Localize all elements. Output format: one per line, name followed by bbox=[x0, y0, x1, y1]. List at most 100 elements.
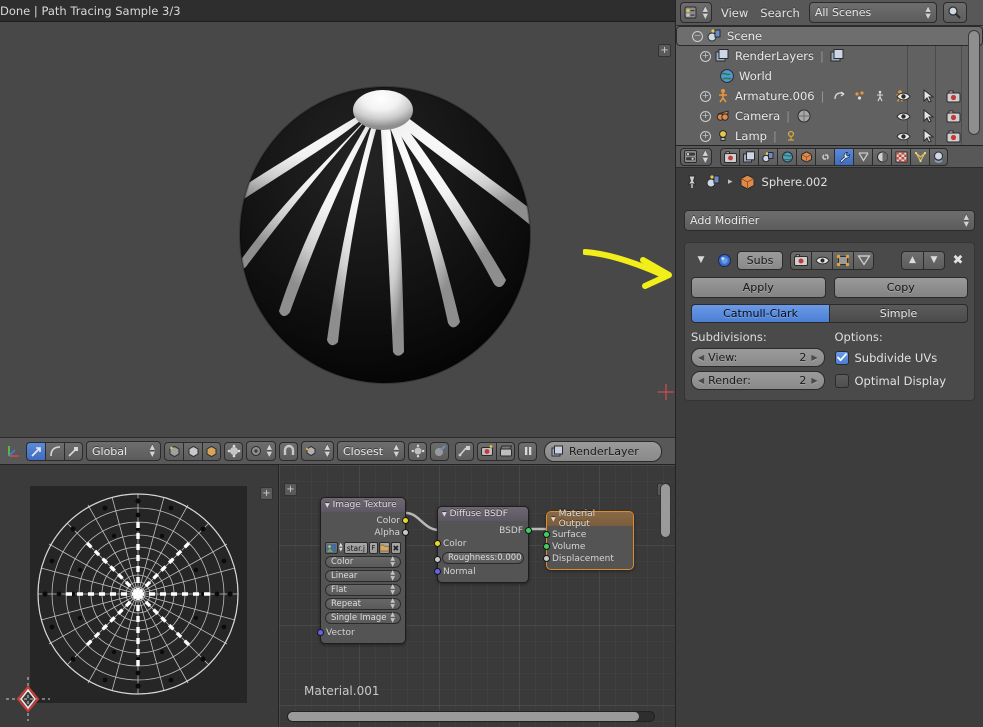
roughness-field[interactable]: Roughness: 0.000 bbox=[442, 552, 524, 564]
collapse-triangle-icon[interactable]: ▼ bbox=[551, 516, 556, 523]
extension-dropdown[interactable]: Repeat ▲ ▼ bbox=[325, 598, 401, 610]
node-header[interactable]: ▼ Diffuse BSDF bbox=[438, 507, 528, 521]
image-name-field[interactable]: star.j bbox=[343, 542, 368, 554]
rotate-manipulator-icon[interactable] bbox=[45, 441, 64, 461]
render-subdivisions-field[interactable]: ◀ Render: 2 ▶ bbox=[691, 371, 825, 390]
subdivide-uvs-row[interactable]: Subdivide UVs bbox=[834, 348, 969, 367]
socket-roughness-icon[interactable] bbox=[434, 556, 441, 563]
scale-manipulator-icon[interactable] bbox=[64, 441, 83, 461]
node-input-normal[interactable]: Normal bbox=[434, 566, 528, 578]
expand-plus-icon[interactable]: + bbox=[700, 50, 711, 62]
lock-camera-to-view-icon[interactable] bbox=[455, 441, 474, 461]
node-input-displacement[interactable]: Displacement bbox=[543, 553, 633, 565]
pose-icon[interactable] bbox=[853, 89, 867, 103]
uv-image-editor[interactable]: + bbox=[0, 465, 278, 727]
render-preview-icon[interactable] bbox=[477, 441, 496, 461]
vertical-splitter-bottom[interactable] bbox=[278, 465, 279, 727]
scene-tab[interactable] bbox=[758, 147, 777, 166]
node-toolshelf-plus-button[interactable]: + bbox=[284, 483, 297, 496]
axis-widget-icon[interactable] bbox=[4, 442, 23, 461]
socket-surface-icon[interactable] bbox=[543, 531, 550, 538]
viewport-toolshelf-plus-button[interactable]: + bbox=[658, 44, 671, 57]
modifier-action-buttons[interactable]: Apply Copy bbox=[691, 277, 968, 298]
outliner-tree[interactable]: − Scene + RenderLayers | World + Armatur… bbox=[676, 26, 983, 146]
scene-icon[interactable] bbox=[706, 174, 722, 190]
constraints-tab[interactable] bbox=[815, 147, 834, 166]
renderlayers-icon[interactable] bbox=[830, 48, 846, 64]
vertical-splitter-main[interactable] bbox=[675, 0, 676, 727]
pivot-point-select[interactable]: ▲ ▼ bbox=[246, 441, 276, 461]
node-output-color[interactable]: Color bbox=[321, 515, 409, 527]
optimal-display-checkbox[interactable] bbox=[834, 373, 849, 388]
add-modifier-button[interactable]: Add Modifier ▲ ▼ bbox=[684, 210, 975, 231]
node-material-output[interactable]: ▼ Material Output Surface Volume Displac… bbox=[543, 509, 634, 570]
triangle-up-icon[interactable]: ▲ bbox=[901, 250, 923, 270]
outliner-menu-search[interactable]: Search bbox=[757, 6, 803, 20]
snap-element-select[interactable]: ▲ ▼ bbox=[301, 441, 334, 461]
outliner-row-world[interactable]: World bbox=[676, 66, 983, 86]
3d-viewport[interactable]: + bbox=[0, 22, 675, 437]
node-diffuse-bsdf[interactable]: ▼ Diffuse BSDF BSDF Color Roughness: 0.0… bbox=[434, 506, 532, 583]
snap-peel-object-icon[interactable] bbox=[430, 441, 449, 461]
snap-target-select[interactable]: Closest ▲ ▼ bbox=[337, 441, 405, 461]
open-image-icon[interactable] bbox=[378, 542, 390, 554]
outliner-menu-view[interactable]: View bbox=[718, 6, 751, 20]
properties-tabs-group[interactable] bbox=[720, 147, 948, 166]
collapse-triangle-icon[interactable]: ▼ bbox=[325, 502, 330, 509]
pause-render-icon[interactable] bbox=[518, 441, 537, 461]
view-subdivisions-field[interactable]: ◀ View: 2 ▶ bbox=[691, 348, 825, 367]
edit-mode-visibility-icon[interactable] bbox=[832, 250, 853, 270]
outliner-scrollbar[interactable] bbox=[968, 30, 980, 135]
node-image-texture[interactable]: ▼ Image Texture Color Alpha ▲ ▼ star.j F… bbox=[317, 497, 409, 644]
subdivision-type-toggle[interactable]: Catmull-Clark Simple bbox=[691, 304, 968, 323]
socket-bsdf-icon[interactable] bbox=[525, 527, 532, 534]
eye-icon[interactable] bbox=[896, 110, 911, 123]
render-visibility-icon[interactable] bbox=[790, 250, 811, 270]
camera-icon[interactable] bbox=[946, 110, 961, 123]
expand-plus-icon[interactable]: + bbox=[700, 130, 711, 142]
render-layer-field[interactable]: RenderLayer bbox=[544, 440, 662, 462]
snap-magnet-icon[interactable] bbox=[279, 441, 298, 461]
eye-icon[interactable] bbox=[896, 90, 911, 103]
transform-orientation-select[interactable]: Global ▲ ▼ bbox=[86, 441, 161, 461]
node-header[interactable]: ▼ Image Texture bbox=[321, 498, 405, 512]
node-header[interactable]: ▼ Material Output bbox=[547, 509, 633, 529]
outliner-row-toggles[interactable] bbox=[896, 106, 961, 126]
optimal-display-row[interactable]: Optimal Display bbox=[834, 371, 969, 390]
interpolation-dropdown[interactable]: Linear ▲ ▼ bbox=[325, 570, 401, 582]
image-datablock-icon[interactable] bbox=[325, 542, 338, 554]
color-space-dropdown[interactable]: Color ▲ ▼ bbox=[325, 556, 401, 568]
node-input-color[interactable]: Color bbox=[434, 538, 528, 550]
triangle-down-icon[interactable]: ▼ bbox=[691, 255, 711, 265]
on-cage-visibility-icon[interactable] bbox=[853, 250, 874, 270]
physics-tab[interactable] bbox=[872, 147, 891, 166]
expand-plus-icon[interactable]: + bbox=[700, 90, 711, 102]
node-vertical-scrollbar[interactable] bbox=[660, 483, 671, 538]
render-tab[interactable] bbox=[720, 147, 739, 166]
decrement-arrow-icon[interactable]: ◀ bbox=[698, 353, 704, 362]
source-dropdown[interactable]: Single Image ▲ ▼ bbox=[325, 612, 401, 624]
scene-filter-select[interactable]: All Scenes ▲ ▼ bbox=[808, 2, 937, 23]
outliner-row-lamp[interactable]: + Lamp | bbox=[676, 126, 983, 146]
collapse-minus-icon[interactable]: − bbox=[692, 30, 703, 42]
decrement-arrow-icon[interactable]: ◀ bbox=[698, 376, 704, 385]
collapse-triangle-icon[interactable]: ▼ bbox=[442, 511, 447, 518]
bone-group-icon[interactable] bbox=[873, 89, 887, 103]
increment-arrow-icon[interactable]: ▶ bbox=[811, 376, 817, 385]
outliner-search-button[interactable] bbox=[942, 2, 967, 23]
node-editor[interactable]: ▼ Image Texture Color Alpha ▲ ▼ star.j F… bbox=[279, 465, 675, 727]
outliner-row-toggles[interactable] bbox=[896, 126, 961, 146]
material-tab[interactable] bbox=[929, 147, 948, 166]
cursor-icon[interactable] bbox=[922, 109, 935, 123]
cube-icon[interactable] bbox=[739, 173, 756, 191]
texture-shading-icon[interactable] bbox=[202, 441, 221, 461]
outliner-row-toggles[interactable] bbox=[896, 86, 961, 106]
camera-data-icon[interactable] bbox=[796, 108, 812, 124]
projection-dropdown[interactable]: Flat ▲ ▼ bbox=[325, 584, 401, 596]
translate-manipulator-icon[interactable] bbox=[26, 441, 45, 461]
copy-button[interactable]: Copy bbox=[833, 277, 968, 298]
camera-icon[interactable] bbox=[946, 130, 961, 143]
node-input-volume[interactable]: Volume bbox=[543, 541, 633, 553]
material-shading-icon[interactable] bbox=[183, 441, 202, 461]
render-layers-tab[interactable] bbox=[739, 147, 758, 166]
